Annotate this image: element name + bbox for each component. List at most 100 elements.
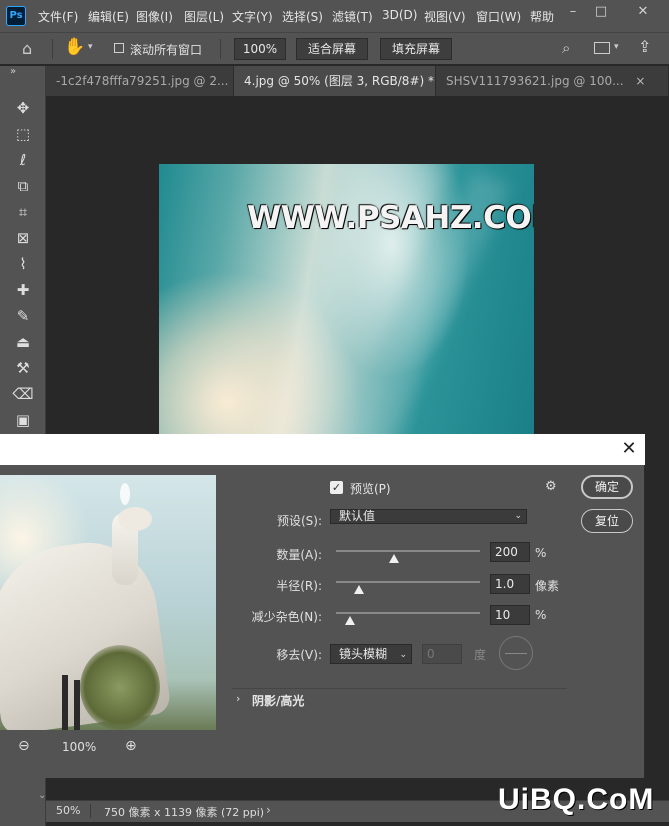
hand-tool-icon[interactable]: ✋ <box>64 37 85 57</box>
brand-watermark: UiBQ.CoM <box>498 783 655 816</box>
remove-value: 镜头模糊 <box>339 647 388 661</box>
brush-tool-icon[interactable]: ✎ <box>10 305 36 327</box>
stamp-tool-icon[interactable]: ⏏ <box>10 331 36 353</box>
lasso-tool-icon[interactable]: ℓ <box>10 149 36 171</box>
menu-file[interactable]: 文件(F) <box>38 8 78 25</box>
move-tool-icon[interactable]: ✥ <box>10 97 36 119</box>
peacock-head <box>118 507 152 531</box>
preview-image[interactable] <box>0 475 216 730</box>
close-window-button[interactable]: ✕ <box>628 0 658 24</box>
object-select-tool-icon[interactable]: ⧉ <box>10 175 36 197</box>
scroll-all-checkbox[interactable] <box>114 43 124 53</box>
preset-label: 预设(S): <box>276 514 322 528</box>
frame-tool-icon[interactable]: ⊠ <box>10 227 36 249</box>
chevron-down-icon[interactable]: ▾ <box>88 42 93 52</box>
angle-input[interactable]: 0 <box>422 644 462 664</box>
status-doc-info: 750 像素 x 1139 像素 (72 ppi) <box>104 806 265 819</box>
fit-screen-button[interactable]: 适合屏幕 <box>296 38 368 60</box>
menu-filter[interactable]: 滤镜(T) <box>332 8 373 25</box>
preview-checkbox[interactable]: ✓ <box>330 481 343 494</box>
reset-button[interactable]: 复位 <box>581 509 633 533</box>
divider <box>90 804 91 818</box>
menu-3d[interactable]: 3D(D) <box>382 8 417 22</box>
noise-unit: % <box>535 608 547 622</box>
tab-doc-1[interactable]: -1c2f478fffa79251.jpg @ 2... × <box>46 66 234 96</box>
zoom-in-icon[interactable]: ⊕ <box>125 738 137 754</box>
status-menu-arrow[interactable]: › <box>266 803 271 817</box>
noise-slider-thumb[interactable] <box>345 616 356 625</box>
fill-screen-button[interactable]: 填充屏幕 <box>380 38 452 60</box>
close-icon[interactable]: × <box>635 74 645 88</box>
remove-select[interactable]: 镜头模糊 ⌄ <box>330 644 412 664</box>
peacock-crest <box>120 483 130 505</box>
status-zoom[interactable]: 50% <box>56 804 80 817</box>
eyedropper-tool-icon[interactable]: ⌇ <box>10 253 36 275</box>
scroll-all-label: 滚动所有窗口 <box>130 43 203 57</box>
close-icon[interactable]: ✕ <box>617 437 641 461</box>
radius-slider-track[interactable] <box>336 581 480 583</box>
chevron-down-icon: ⌄ <box>514 511 522 521</box>
gear-icon[interactable]: ⚙ <box>545 479 557 494</box>
preset-select[interactable]: 默认值 ⌄ <box>330 509 527 524</box>
menu-window[interactable]: 窗口(W) <box>476 8 521 25</box>
menu-type[interactable]: 文字(Y) <box>232 8 273 25</box>
menu-bar: Ps 文件(F) 编辑(E) 图像(I) 图层(L) 文字(Y) 选择(S) 滤… <box>0 0 669 32</box>
menu-view[interactable]: 视图(V) <box>424 8 466 25</box>
document-tabs: -1c2f478fffa79251.jpg @ 2... × 4.jpg @ 5… <box>46 66 669 96</box>
amount-slider-track[interactable] <box>336 550 480 552</box>
divider <box>232 688 567 689</box>
tab-doc-2[interactable]: 4.jpg @ 50% (图层 3, RGB/8#) * × <box>234 66 436 96</box>
tab-label: SHSV111793621.jpg @ 100... <box>446 74 624 88</box>
watermark-text: WWW.PSAHZ.COM <box>247 200 534 236</box>
chevron-down-icon[interactable]: ▾ <box>614 42 619 52</box>
divider <box>220 39 221 59</box>
menu-help[interactable]: 帮助 <box>530 8 554 25</box>
preview-label: 预览(P) <box>350 482 391 496</box>
ok-button[interactable]: 确定 <box>581 475 633 499</box>
radius-unit: 像素 <box>535 579 560 593</box>
radius-slider-thumb[interactable] <box>354 585 365 594</box>
amount-input[interactable]: 200 <box>490 542 530 562</box>
crop-tool-icon[interactable]: ⌗ <box>10 201 36 223</box>
angle-dial[interactable] <box>499 636 533 670</box>
menu-select[interactable]: 选择(S) <box>282 8 323 25</box>
chevron-right-icon[interactable]: › <box>236 692 240 705</box>
healing-brush-tool-icon[interactable]: ✚ <box>10 279 36 301</box>
eraser-tool-icon[interactable]: ⌫ <box>10 383 36 405</box>
noise-label: 减少杂色(N): <box>251 610 322 624</box>
foliage <box>80 645 160 730</box>
home-icon[interactable]: ⌂ <box>22 39 32 58</box>
radius-label: 半径(R): <box>276 579 322 593</box>
dialog-title-bar: ✕ <box>0 434 645 465</box>
minimize-button[interactable]: – <box>558 0 588 24</box>
maximize-button[interactable]: □ <box>586 0 616 24</box>
history-brush-tool-icon[interactable]: ⚒ <box>10 357 36 379</box>
marquee-tool-icon[interactable]: ⬚ <box>10 123 36 145</box>
remove-label: 移去(V): <box>276 648 322 662</box>
peacock-leg <box>62 675 68 730</box>
radius-input[interactable]: 1.0 <box>490 574 530 594</box>
menu-layer[interactable]: 图层(L) <box>184 8 224 25</box>
tab-doc-3[interactable]: SHSV111793621.jpg @ 100... × <box>436 66 669 96</box>
photoshop-logo: Ps <box>6 6 26 26</box>
zoom-100-button[interactable]: 100% <box>234 38 286 60</box>
menu-edit[interactable]: 编辑(E) <box>88 8 129 25</box>
zoom-out-icon[interactable]: ⊖ <box>18 738 30 754</box>
share-icon[interactable]: ⇪ <box>638 37 651 56</box>
angle-unit: 度 <box>474 648 487 662</box>
noise-input[interactable]: 10 <box>490 605 530 625</box>
tab-label: -1c2f478fffa79251.jpg @ 2... <box>56 74 229 88</box>
smart-sharpen-dialog: ✕ ⊖ 100% ⊕ ✓ 预览(P) ⚙ 确定 复位 预设(S): 默认值 ⌄ … <box>0 434 645 778</box>
menu-image[interactable]: 图像(I) <box>136 8 173 25</box>
collapse-icon[interactable]: » <box>10 66 16 77</box>
canvas-image[interactable]: WWW.PSAHZ.COM <box>159 164 534 434</box>
amount-unit: % <box>535 546 547 560</box>
search-icon[interactable]: ⌕ <box>562 39 570 57</box>
shadow-highlight-section[interactable]: 阴影/高光 <box>252 692 304 709</box>
workspace-icon[interactable] <box>594 42 610 54</box>
amount-slider-thumb[interactable] <box>388 554 399 563</box>
tab-label: 4.jpg @ 50% (图层 3, RGB/8#) * <box>244 74 434 88</box>
noise-slider-track[interactable] <box>336 612 480 614</box>
gradient-tool-icon[interactable]: ▣ <box>10 409 36 431</box>
options-bar: ⌂ ✋ ▾ 滚动所有窗口 100% 适合屏幕 填充屏幕 ⌕ ▾ ⇪ <box>0 32 669 64</box>
